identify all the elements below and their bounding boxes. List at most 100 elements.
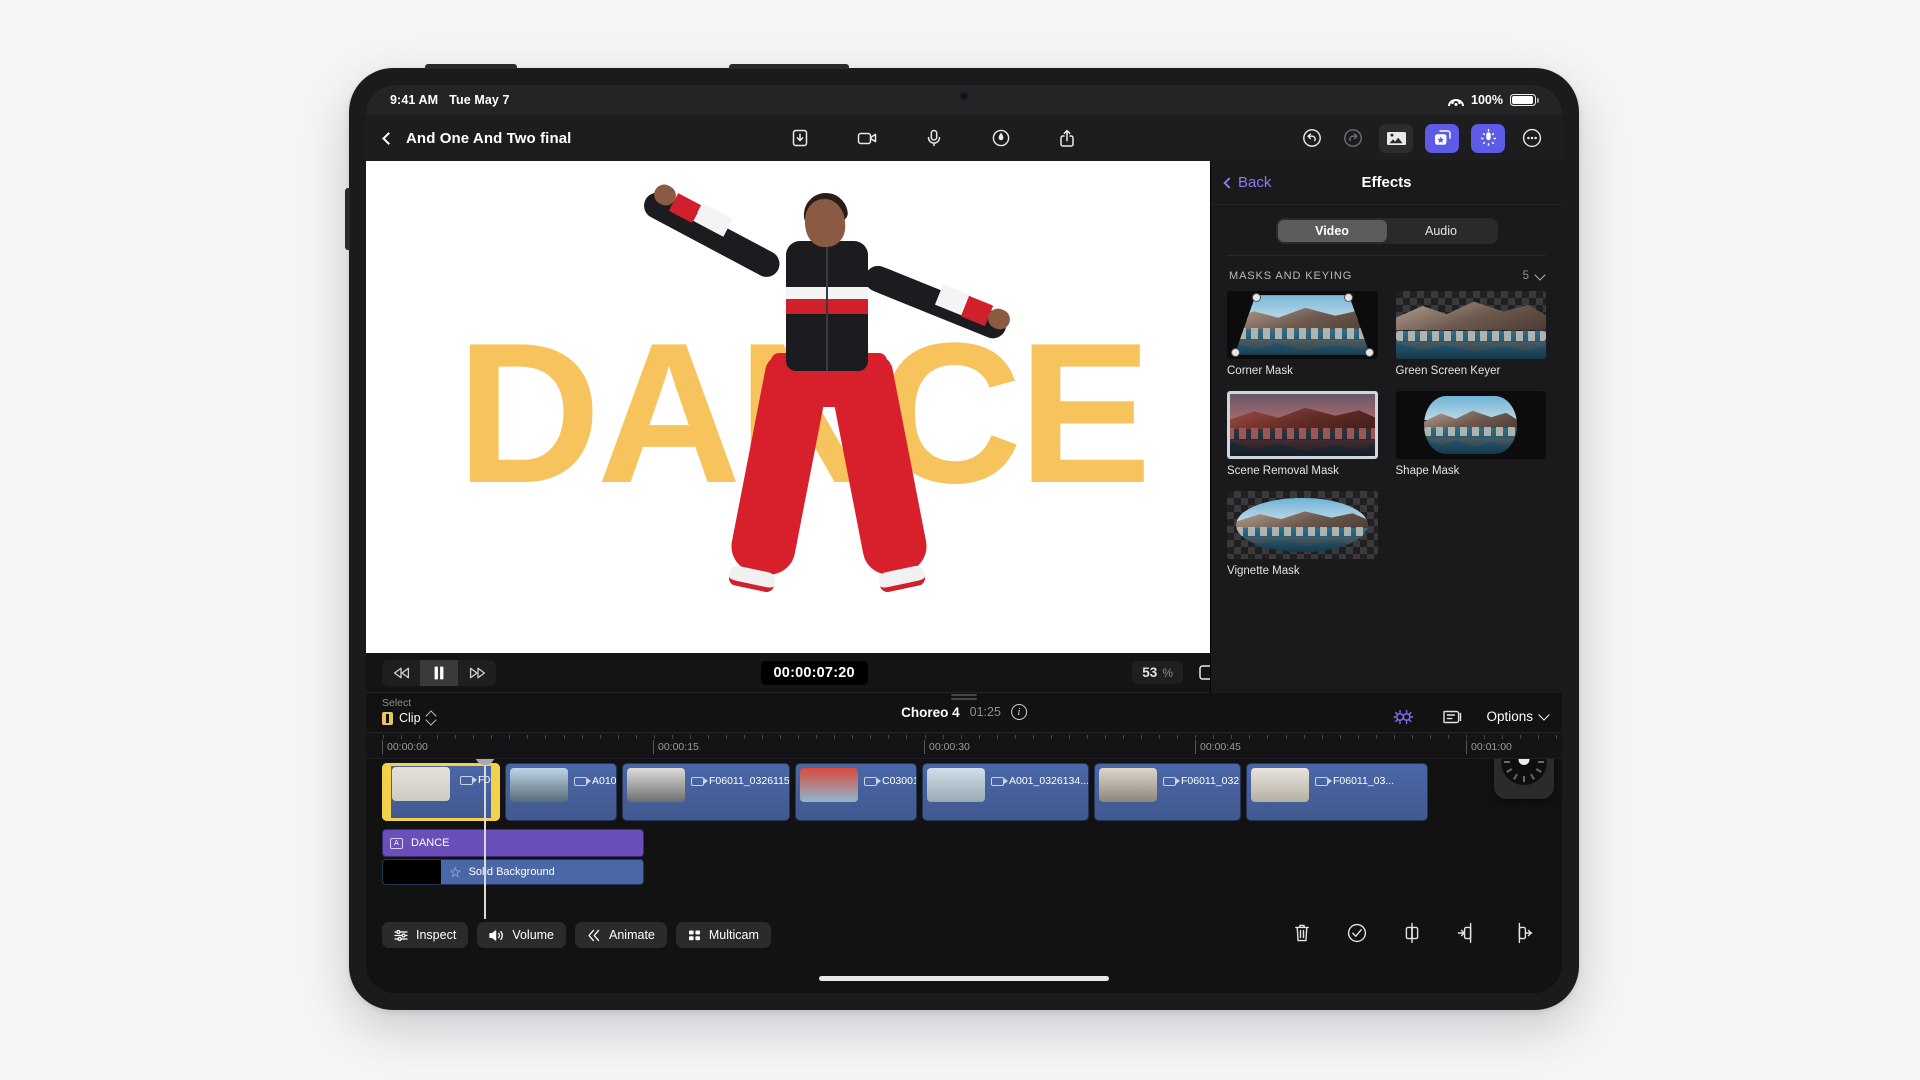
pause-icon[interactable] (420, 659, 458, 686)
color-balance-icon[interactable] (1388, 702, 1417, 731)
ruler-tick (1141, 735, 1143, 739)
selection-mode-control[interactable]: Select Clip (382, 697, 436, 725)
timeline-ruler[interactable]: 00:00:00 00:00:15 00:00:30 00:00:45 00:0… (366, 733, 1562, 759)
ruler-tick (762, 735, 764, 739)
info-icon[interactable]: i (1010, 704, 1027, 720)
ruler-tick (1466, 735, 1467, 739)
animate-button[interactable]: Animate (575, 922, 667, 948)
viewer-zoom-field[interactable]: 53 % (1132, 661, 1183, 684)
trim-start-icon[interactable] (1456, 922, 1478, 949)
ruler-tick (852, 735, 854, 739)
clip-name: C03001_... (882, 775, 916, 787)
effect-item-scene-removal-mask[interactable]: Scene Removal Mask (1227, 391, 1378, 477)
share-export-icon[interactable] (1054, 124, 1083, 153)
effects-grid-spacer (1396, 491, 1547, 577)
ruler-tick (798, 735, 800, 739)
ruler-tick (1393, 735, 1395, 739)
timeline-resize-handle[interactable] (951, 694, 977, 702)
chevron-left-icon[interactable] (382, 131, 395, 145)
timeline-clip[interactable]: F06011_03... (1246, 763, 1428, 821)
chevron-down-icon (1538, 708, 1550, 721)
ruler-tick (834, 735, 836, 739)
live-drawing-icon[interactable] (987, 124, 1016, 153)
timeline-clip[interactable]: A01002... (505, 763, 617, 821)
ruler-tick (816, 735, 818, 739)
vignette-mask-thumbnail[interactable] (1227, 491, 1378, 559)
status-date: Tue May 7 (449, 93, 510, 107)
section-header-masks-and-keying[interactable]: MASKS AND KEYING 5 (1227, 255, 1546, 291)
media-browser-icon[interactable] (1379, 123, 1413, 153)
audio-enhance-icon[interactable] (1471, 123, 1505, 153)
home-indicator (819, 976, 1109, 981)
timeline-dance-title-clip[interactable]: A DANCE (382, 829, 644, 857)
tab-audio[interactable]: Audio (1387, 220, 1496, 242)
tab-video[interactable]: Video (1277, 220, 1387, 242)
ruler-tick (1249, 735, 1251, 739)
effect-item-vignette-mask[interactable]: Vignette Mask (1227, 491, 1378, 577)
playhead-timecode[interactable]: 00:00:07:20 (760, 660, 868, 685)
effect-item-green-screen-keyer[interactable]: Green Screen Keyer (1395, 291, 1546, 377)
video-clip-icon (691, 776, 708, 786)
timeline-header-right: Options (1388, 702, 1550, 731)
fast-forward-icon[interactable] (458, 660, 496, 686)
video-viewer[interactable]: DANCE (366, 161, 1238, 653)
enable-disable-check-icon[interactable] (1346, 922, 1368, 949)
ruler-tick (744, 735, 745, 739)
shape-mask-thumbnail[interactable] (1395, 391, 1546, 459)
timeline-playhead[interactable] (475, 759, 495, 919)
timeline-clip[interactable]: C03001_... (795, 763, 917, 821)
up-down-chevron-icon[interactable] (427, 711, 436, 725)
ipad-screen: 9:41 AM Tue May 7 100% And One And Two f… (366, 85, 1562, 993)
ruler-tick (725, 735, 727, 739)
timeline-header: Select Clip Choreo 4 01:25 i Options (366, 693, 1562, 733)
ruler-tick (671, 735, 673, 739)
status-bar-right: 100% (1448, 93, 1539, 107)
ruler-tick (1538, 735, 1540, 739)
ruler-tick (1339, 735, 1341, 739)
undo-icon[interactable] (1297, 124, 1326, 153)
ruler-tick (1086, 735, 1088, 739)
effect-item-corner-mask[interactable]: Corner Mask (1227, 291, 1378, 377)
timeline-clip-selected[interactable]: F06010_03261118 (382, 763, 500, 821)
ruler-tick (996, 735, 998, 739)
record-voiceover-icon[interactable] (920, 124, 949, 153)
inspect-button[interactable]: Inspect (382, 922, 469, 948)
ruler-tick (1556, 735, 1558, 739)
scene-removal-mask-thumbnail[interactable] (1227, 391, 1378, 459)
transport-bar: 00:00:07:20 53 % (366, 653, 1238, 693)
timeline-clip[interactable]: F06011_03261153_... (622, 763, 790, 821)
redo-icon[interactable] (1338, 124, 1367, 153)
effect-label: Scene Removal Mask (1227, 465, 1339, 477)
viewer-zoom-value: 53 (1142, 665, 1158, 680)
timeline-project-name: Choreo 4 (901, 704, 960, 720)
more-options-icon[interactable] (1517, 124, 1546, 153)
effect-label: Shape Mask (1395, 465, 1460, 477)
timeline-background-clip[interactable]: ☆ Solid Background (382, 859, 644, 885)
ruler-tick (1357, 735, 1359, 739)
timeline-index-icon[interactable] (1437, 702, 1466, 731)
effects-back-button[interactable]: Back (1223, 174, 1271, 191)
corner-mask-thumbnail[interactable] (1227, 291, 1378, 359)
ruler-tick (707, 735, 709, 739)
ruler-tick (1213, 735, 1215, 739)
effects-segmented-control[interactable]: Video Audio (1275, 218, 1498, 244)
rewind-icon[interactable] (382, 660, 420, 686)
timeline-clip[interactable]: F06011_032... (1094, 763, 1241, 821)
ruler-tick (1502, 735, 1504, 739)
import-media-icon[interactable] (786, 124, 815, 153)
chevron-down-icon[interactable] (1534, 268, 1546, 281)
volume-button[interactable]: Volume (477, 922, 567, 948)
green-screen-keyer-thumbnail[interactable] (1395, 291, 1546, 359)
delete-trash-icon[interactable] (1292, 922, 1312, 949)
multicam-button[interactable]: Multicam (675, 922, 771, 948)
status-bar: 9:41 AM Tue May 7 100% (366, 85, 1562, 115)
ruler-tick (1321, 735, 1323, 739)
timeline-options-button[interactable]: Options (1486, 708, 1550, 724)
split-clip-icon[interactable] (1402, 922, 1422, 949)
jog-wheel-icon[interactable] (1494, 759, 1554, 799)
effects-browser-icon[interactable] (1425, 123, 1459, 153)
timeline-clip[interactable]: A001_0326134... (922, 763, 1089, 821)
effect-item-shape-mask[interactable]: Shape Mask (1395, 391, 1546, 477)
trim-end-icon[interactable] (1512, 922, 1534, 949)
record-video-icon[interactable] (853, 124, 882, 153)
